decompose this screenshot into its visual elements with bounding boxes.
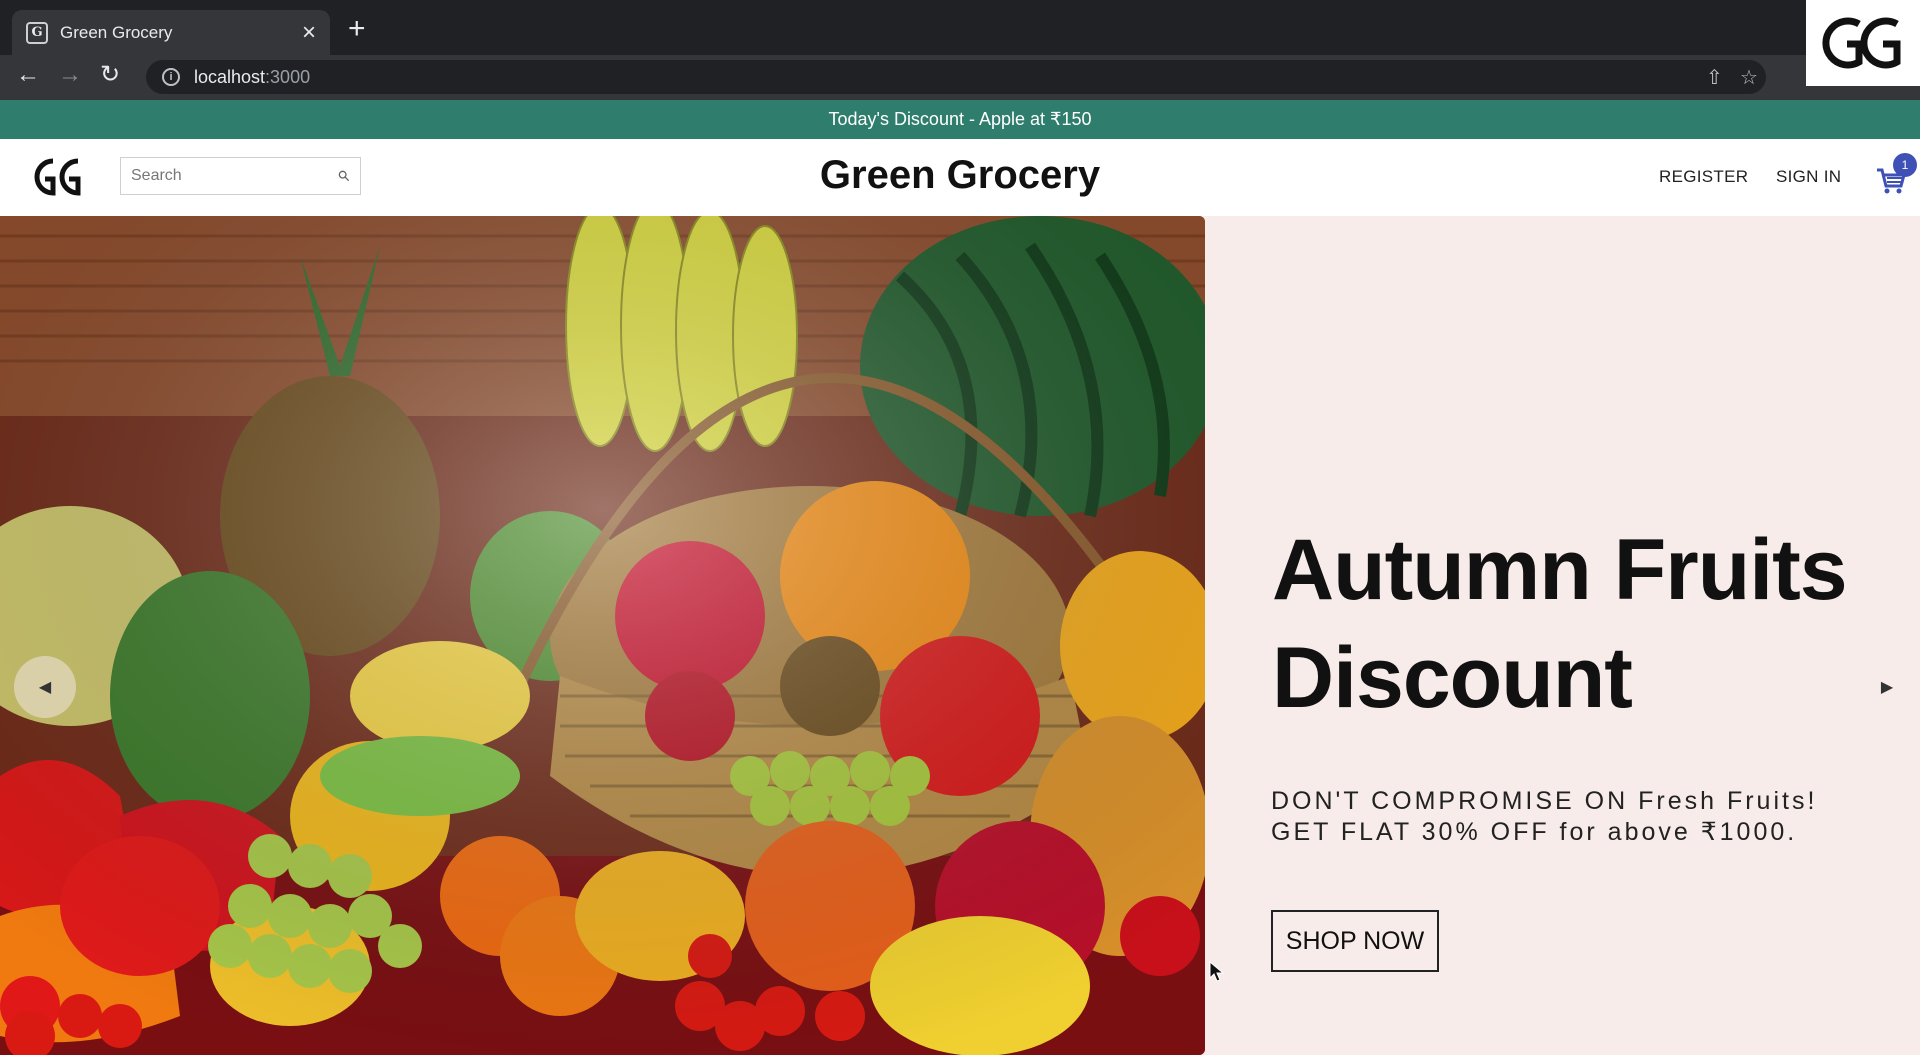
url-host: localhost [194,66,266,87]
register-link[interactable]: REGISTER [1659,167,1748,187]
chevron-left-icon: ◀ [38,679,52,696]
search-input[interactable] [131,167,338,185]
browser-toolbar: ← → ↻ i localhost:3000 ⇧ ☆ [0,55,1920,100]
search-icon[interactable] [338,167,350,185]
mouse-cursor-icon [1209,961,1225,982]
close-tab-icon[interactable]: × [302,20,316,45]
url-port: :3000 [265,66,311,87]
address-bar[interactable]: i localhost:3000 ⇧ ☆ [146,60,1766,94]
announcement-bar: Today's Discount - Apple at ₹150 [0,100,1920,139]
new-tab-button[interactable]: + [348,14,366,44]
hero-title-line1: Autumn Fruits [1272,522,1848,618]
back-icon[interactable]: ← [16,63,40,87]
corner-logo-icon [1806,0,1920,86]
forward-icon[interactable]: → [58,63,82,87]
hero-title-line2: Discount [1272,630,1633,726]
hero-fruit-image [0,216,1205,1055]
shop-now-button[interactable]: SHOP NOW [1271,910,1439,972]
reload-icon[interactable]: ↻ [100,63,120,87]
browser-tab-strip: G Green Grocery × + [0,0,1920,55]
site-logo-icon[interactable] [26,151,86,203]
brand-title[interactable]: Green Grocery [820,153,1100,197]
favicon-icon: G [26,21,48,44]
cart-button[interactable]: 1 [1874,153,1917,195]
site-info-icon[interactable]: i [162,68,180,86]
search-box [120,157,361,195]
carousel-prev-button[interactable]: ◀ [14,656,76,718]
announcement-text: Today's Discount - Apple at ₹150 [828,109,1092,129]
hero-sub-line1: DON'T COMPROMISE ON Fresh Fruits! [1271,787,1818,815]
hero-carousel: ◀ ▶ Autumn Fruits Discount DON'T COMPROM… [0,216,1920,1055]
cart-count-badge: 1 [1893,153,1917,177]
share-icon[interactable]: ⇧ [1706,65,1723,90]
hero-title: Autumn Fruits Discount [1272,516,1892,732]
hero-sub-line2: GET FLAT 30% OFF for above ₹1000. [1271,818,1798,846]
tab-title: Green Grocery [60,22,173,42]
bookmark-star-icon[interactable]: ☆ [1740,65,1758,90]
browser-tab[interactable]: G Green Grocery × [12,10,330,55]
sign-in-link[interactable]: SIGN IN [1776,167,1841,187]
site-header: Green Grocery REGISTER SIGN IN 1 [0,139,1920,216]
hero-subtitle: DON'T COMPROMISE ON Fresh Fruits! GET FL… [1271,786,1891,848]
